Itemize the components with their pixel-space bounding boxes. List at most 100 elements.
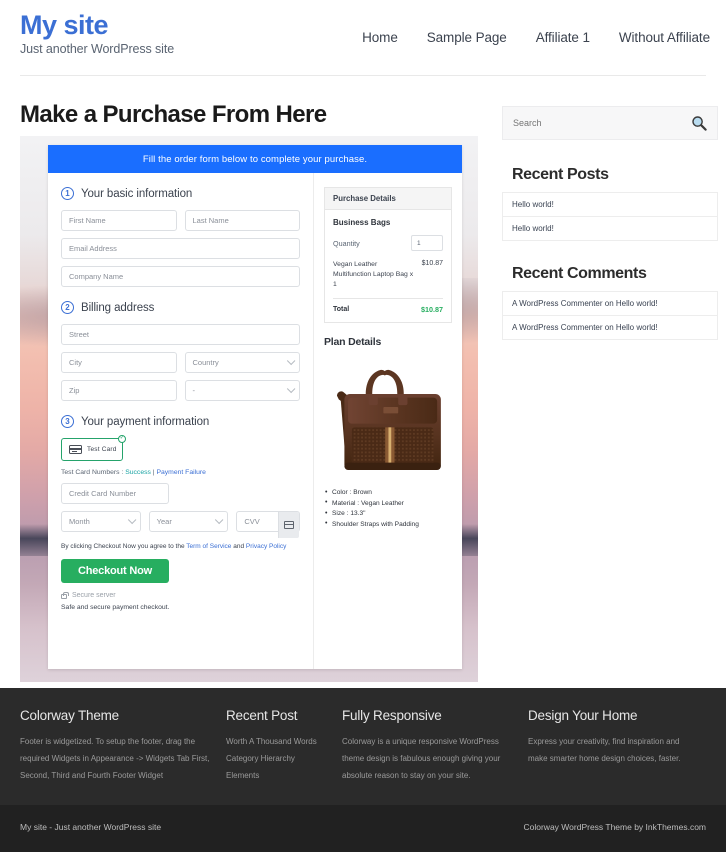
street-input[interactable]: Street — [61, 324, 300, 345]
test-card-failure-link[interactable]: Payment Failure — [156, 469, 206, 476]
footer-column-text: Colorway is a unique responsive WordPres… — [342, 733, 512, 784]
spacer-1 — [61, 294, 300, 301]
test-card-option[interactable]: Test Card ✓ — [61, 438, 123, 461]
line-item-price: $10.87 — [422, 260, 443, 290]
step-1-title: Your basic information — [81, 188, 192, 200]
list-item[interactable]: Worth A Thousand Words — [226, 733, 326, 750]
total-label: Total — [333, 306, 349, 313]
quantity-label: Quantity — [333, 239, 360, 248]
plan-details-heading: Plan Details — [324, 336, 452, 348]
recent-comments-title: Recent Comments — [512, 265, 718, 283]
test-card-success-link[interactable]: Success — [125, 469, 151, 476]
month-select-value: Month — [69, 517, 90, 526]
last-name-input[interactable]: Last Name — [185, 210, 301, 231]
purchase-details-box: Purchase Details Business Bags Quantity … — [324, 187, 452, 323]
nav-item-home[interactable]: Home — [362, 30, 398, 45]
email-input[interactable]: Email Address — [61, 238, 300, 259]
footer-recent-post-list: Worth A Thousand Words Category Hierarch… — [226, 733, 326, 784]
purchase-details-body: Business Bags Quantity 1 Vegan Leather M… — [325, 210, 451, 322]
line-item-name: Vegan Leather Multifunction Laptop Bag x… — [333, 260, 416, 290]
credit-card-icon — [69, 445, 82, 454]
step-3-title: Your payment information — [81, 416, 209, 428]
terms-of-service-link[interactable]: Term of Service — [186, 543, 231, 550]
step-2-heading: 2 Billing address — [61, 301, 300, 314]
city-input[interactable]: City — [61, 352, 177, 373]
footer-site-credit: My site - Just another WordPress site — [20, 822, 161, 832]
name-row: First Name Last Name — [61, 210, 300, 238]
zip-input[interactable]: Zip — [61, 380, 177, 401]
first-name-input[interactable]: First Name — [61, 210, 177, 231]
search-icon[interactable] — [691, 115, 707, 131]
order-form-left-column: 1 Your basic information First Name Last… — [48, 173, 313, 669]
order-form-banner: Fill the order form below to complete yo… — [48, 145, 462, 173]
step-3-number: 3 — [61, 415, 74, 428]
plan-feature-item: Shoulder Straps with Padding — [332, 520, 452, 531]
list-item[interactable]: A WordPress Commenter on Hello world! — [502, 291, 718, 315]
expiry-cvv-row: Month Year CVV — [61, 511, 300, 539]
company-input[interactable]: Company Name — [61, 266, 300, 287]
order-form-right-column: Purchase Details Business Bags Quantity … — [313, 173, 462, 669]
list-item[interactable]: Hello world! — [502, 192, 718, 216]
recent-comments-list: A WordPress Commenter on Hello world! A … — [502, 291, 718, 340]
list-item[interactable]: Hello world! — [502, 216, 718, 241]
chevron-down-icon — [287, 384, 295, 392]
privacy-policy-link[interactable]: Privacy Policy — [246, 543, 286, 550]
search-input[interactable] — [513, 118, 691, 128]
month-select[interactable]: Month — [61, 511, 141, 532]
total-row: Total $10.87 — [333, 305, 443, 314]
quantity-input[interactable]: 1 — [411, 235, 443, 251]
laptop-bag-illustration — [324, 358, 452, 480]
footer-bottom-bar: My site - Just another WordPress site Co… — [0, 805, 726, 852]
site-header: My site Just another WordPress site Home… — [0, 0, 726, 76]
total-value: $10.87 — [421, 305, 443, 314]
step-1-number: 1 — [61, 187, 74, 200]
footer-column-title: Colorway Theme — [20, 708, 210, 723]
chevron-down-icon — [287, 356, 295, 364]
order-form-card: Fill the order form below to complete yo… — [48, 145, 462, 669]
step-2-number: 2 — [61, 301, 74, 314]
credit-card-number-input[interactable]: Credit Card Number — [61, 483, 169, 504]
chevron-down-icon — [128, 515, 136, 523]
year-select-value: Year — [157, 517, 172, 526]
city-country-row: City Country — [61, 352, 300, 380]
site-branding[interactable]: My site Just another WordPress site — [20, 10, 174, 56]
secure-server-row: Secure server — [61, 592, 300, 599]
test-card-numbers-note: Test Card Numbers : Success | Payment Fa… — [61, 469, 300, 476]
lock-icon — [61, 594, 67, 599]
checkout-now-button[interactable]: Checkout Now — [61, 559, 169, 583]
product-name: Business Bags — [333, 218, 443, 227]
plan-feature-item: Size : 13.3" — [332, 509, 452, 520]
country-select[interactable]: Country — [185, 352, 301, 373]
state-select[interactable]: - — [185, 380, 301, 401]
check-circle-icon: ✓ — [118, 435, 126, 443]
footer-column-title: Fully Responsive — [342, 708, 512, 723]
recent-posts-list: Hello world! Hello world! — [502, 192, 718, 241]
chevron-down-icon — [215, 515, 223, 523]
footer-column-text: Express your creativity, find inspiratio… — [528, 733, 690, 767]
site-tagline: Just another WordPress site — [20, 42, 174, 56]
state-select-value: - — [193, 386, 196, 395]
cvv-card-icon — [278, 512, 299, 538]
nav-item-affiliate-1[interactable]: Affiliate 1 — [536, 30, 590, 45]
footer-column-title: Recent Post — [226, 708, 326, 723]
footer-column-fully-responsive: Fully Responsive Colorway is a unique re… — [342, 708, 528, 784]
step-3-heading: 3 Your payment information — [61, 415, 300, 428]
footer-theme-credit[interactable]: Colorway WordPress Theme by InkThemes.co… — [524, 822, 707, 832]
footer-column-text: Footer is widgetized. To setup the foote… — [20, 733, 210, 784]
step-2-title: Billing address — [81, 302, 154, 314]
footer-widgets: Colorway Theme Footer is widgetized. To … — [0, 688, 726, 805]
footer-column-title: Design Your Home — [528, 708, 690, 723]
header-divider — [20, 75, 706, 76]
list-item[interactable]: Elements — [226, 767, 326, 784]
nav-item-without-affiliate[interactable]: Without Affiliate — [619, 30, 710, 45]
list-item[interactable]: A WordPress Commenter on Hello world! — [502, 315, 718, 340]
year-select[interactable]: Year — [149, 511, 229, 532]
cvv-wrapper: CVV — [236, 511, 300, 539]
footer-column-colorway-theme: Colorway Theme Footer is widgetized. To … — [20, 708, 226, 784]
search-widget — [502, 106, 718, 140]
list-item[interactable]: Category Hierarchy — [226, 750, 326, 767]
site-title[interactable]: My site — [20, 10, 174, 40]
line-item-row: Vegan Leather Multifunction Laptop Bag x… — [333, 260, 443, 290]
nav-item-sample-page[interactable]: Sample Page — [427, 30, 507, 45]
footer-column-design-your-home: Design Your Home Express your creativity… — [528, 708, 706, 784]
